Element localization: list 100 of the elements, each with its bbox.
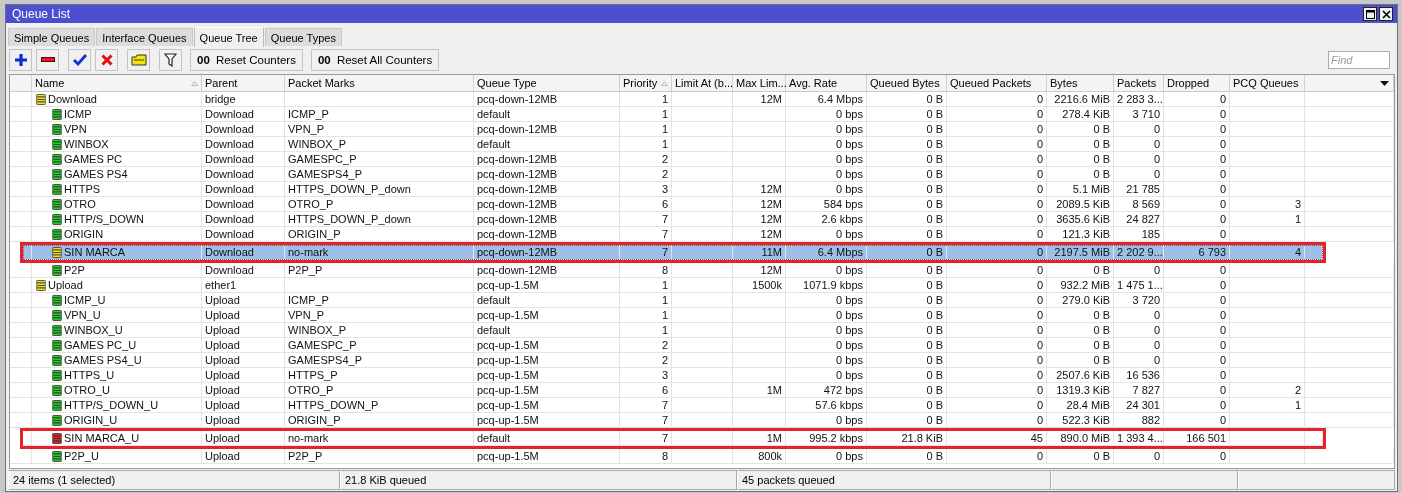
table-cell: 2.6 kbps — [786, 212, 867, 226]
table-cell: 800k — [733, 449, 786, 463]
table-cell: Upload — [202, 431, 285, 445]
table-cell: default — [474, 137, 620, 151]
table-cell: 7 — [620, 431, 672, 445]
remove-button[interactable] — [36, 48, 59, 71]
table-cell: 2 — [620, 353, 672, 367]
table-row[interactable]: ORIGIN Download ORIGIN_P pcq-down-12MB 7 12M 0 bps 0 B 0 121.3 KiB 185 0 — [10, 227, 1394, 242]
table-row[interactable]: SIN MARCA Download no-mark pcq-down-12MB 7 11M 6.4 Mbps 0 B 0 2197.5 MiB 2 202 9... 6 793 4 — [23, 245, 1323, 260]
table-cell: 6 — [620, 383, 672, 397]
table-row[interactable]: GAMES PC Download GAMESPC_P pcq-down-12MB 2 0 bps 0 B 0 0 B 0 0 — [10, 152, 1394, 167]
tab[interactable]: Interface Queues — [96, 28, 193, 46]
table-cell: 0 bps — [786, 368, 867, 382]
table-cell: 0 — [1164, 152, 1230, 166]
table-cell: Upload — [202, 413, 285, 427]
column-header[interactable]: Queue Type — [474, 75, 620, 91]
table-cell: 0 — [1164, 413, 1230, 427]
table-cell: 0 bps — [786, 323, 867, 337]
table-row[interactable]: Upload ether1 pcq-up-1.5M 1 1500k 1071.9 kbps 0 B 0 932.2 MiB 1 475 1... 0 — [10, 278, 1394, 293]
table-row[interactable]: GAMES PS4 Download GAMESPS4_P pcq-down-12MB 2 0 bps 0 B 0 0 B 0 0 — [10, 167, 1394, 182]
table-cell: 16 536 — [1114, 368, 1164, 382]
table-row[interactable]: SIN MARCA_U Upload no-mark default 7 1M 995.2 kbps 21.8 KiB 45 890.0 MiB 1 393 4... 166 501 — [23, 431, 1323, 446]
table-row[interactable]: WINBOX Download WINBOX_P default 1 0 bps 0 B 0 0 B 0 0 — [10, 137, 1394, 152]
table-row[interactable]: OTRO_U Upload OTRO_P pcq-up-1.5M 6 1M 472 bps 0 B 0 1319.3 KiB 7 827 0 2 — [10, 383, 1394, 398]
table-cell: Download — [202, 107, 285, 121]
table-cell: 2 — [620, 167, 672, 181]
table-cell: pcq-up-1.5M — [474, 398, 620, 412]
close-icon — [1381, 9, 1391, 19]
table-row[interactable]: VPN Download VPN_P pcq-down-12MB 1 0 bps 0 B 0 0 B 0 0 — [10, 122, 1394, 137]
table-cell: 0 — [1164, 398, 1230, 412]
tab[interactable]: Simple Queues — [8, 28, 96, 46]
queue-name: HTTPS — [64, 182, 101, 196]
enable-button[interactable] — [68, 48, 91, 71]
table-cell: default — [474, 323, 620, 337]
table-row[interactable]: HTTPS_U Upload HTTPS_P pcq-up-1.5M 3 0 bps 0 B 0 2507.6 KiB 16 536 0 — [10, 368, 1394, 383]
column-header[interactable]: Parent — [202, 75, 285, 91]
table-cell: 0 — [947, 212, 1047, 226]
column-header[interactable]: Queued Bytes — [867, 75, 947, 91]
comment-button[interactable] — [127, 48, 150, 71]
table-row[interactable]: ORIGIN_U Upload ORIGIN_P pcq-up-1.5M 7 0 bps 0 B 0 522.3 KiB 882 0 — [10, 413, 1394, 428]
table-row[interactable]: GAMES PC_U Upload GAMESPC_P pcq-up-1.5M 2 0 bps 0 B 0 0 B 0 0 — [10, 338, 1394, 353]
table-cell: 472 bps — [786, 383, 867, 397]
table-cell: 57.6 kbps — [786, 398, 867, 412]
column-header[interactable]: Max Lim... — [733, 75, 786, 91]
dropdown-icon[interactable] — [1380, 80, 1389, 86]
table-row[interactable]: WINBOX_U Upload WINBOX_P default 1 0 bps 0 B 0 0 B 0 0 — [10, 323, 1394, 338]
search-field[interactable]: Find — [1328, 50, 1390, 69]
table-cell: Upload — [202, 353, 285, 367]
table-cell: 1 — [620, 137, 672, 151]
table-cell: 3 — [1230, 197, 1305, 211]
table-row[interactable]: GAMES PS4_U Upload GAMESPS4_P pcq-up-1.5M 2 0 bps 0 B 0 0 B 0 0 — [10, 353, 1394, 368]
table-cell: 0 — [1114, 338, 1164, 352]
table-row[interactable]: HTTP/S_DOWN_U Upload HTTPS_DOWN_P pcq-up-1.5M 7 57.6 kbps 0 B 0 28.4 MiB 24 301 0 1 — [10, 398, 1394, 413]
table-cell: 0 — [947, 338, 1047, 352]
table-cell: 0 B — [867, 227, 947, 241]
queue-name: P2P — [64, 263, 85, 277]
column-header[interactable]: Bytes — [1047, 75, 1114, 91]
table-row[interactable]: VPN_U Upload VPN_P pcq-up-1.5M 1 0 bps 0 B 0 0 B 0 0 — [10, 308, 1394, 323]
column-header[interactable]: Dropped — [1164, 75, 1230, 91]
table-row[interactable]: OTRO Download OTRO_P pcq-down-12MB 6 12M 584 bps 0 B 0 2089.5 KiB 8 569 0 3 — [10, 197, 1394, 212]
table-cell: GAMESPC_P — [285, 338, 474, 352]
table-row[interactable]: HTTPS Download HTTPS_DOWN_P_down pcq-down-12MB 3 12M 0 bps 0 B 0 5.1 MiB 21 785 0 — [10, 182, 1394, 197]
add-button[interactable] — [9, 48, 32, 71]
table-cell: HTTPS_DOWN_P_down — [285, 212, 474, 226]
table-row[interactable]: HTTP/S_DOWN Download HTTPS_DOWN_P_down pcq-down-12MB 7 12M 2.6 kbps 0 B 0 3635.6 KiB 24 827 0 1 — [10, 212, 1394, 227]
column-header[interactable]: Priority — [620, 75, 672, 91]
table-cell: 584 bps — [786, 197, 867, 211]
column-header[interactable]: Name — [32, 75, 202, 91]
maximize-button[interactable] — [1363, 7, 1377, 21]
table-cell: 6.4 Mbps — [786, 92, 867, 106]
table-cell: pcq-down-12MB — [474, 212, 620, 226]
tab[interactable]: Queue Tree — [193, 27, 264, 47]
disable-button[interactable] — [95, 48, 118, 71]
table-cell: VPN_P — [285, 122, 474, 136]
column-header[interactable]: Avg. Rate — [786, 75, 867, 91]
table-cell: 2507.6 KiB — [1047, 368, 1114, 382]
table-cell: ORIGIN_P — [285, 413, 474, 427]
table-cell: 0 B — [867, 122, 947, 136]
column-header[interactable]: Limit At (b... — [672, 75, 733, 91]
column-header[interactable]: PCQ Queues — [1230, 75, 1305, 91]
table-cell: 0 B — [1047, 263, 1114, 277]
table-cell: 3 — [620, 182, 672, 196]
close-button[interactable] — [1379, 7, 1393, 21]
table-row[interactable]: Download bridge pcq-down-12MB 1 12M 6.4 Mbps 0 B 0 2216.6 MiB 2 283 3... 0 — [10, 92, 1394, 107]
column-header[interactable]: Packets — [1114, 75, 1164, 91]
table-row[interactable]: P2P Download P2P_P pcq-down-12MB 8 12M 0 bps 0 B 0 0 B 0 0 — [10, 263, 1394, 278]
table-row[interactable]: ICMP_U Upload ICMP_P default 1 0 bps 0 B 0 279.0 KiB 3 720 0 — [10, 293, 1394, 308]
table-cell: 8 569 — [1114, 197, 1164, 211]
table-row[interactable]: P2P_U Upload P2P_P pcq-up-1.5M 8 800k 0 bps 0 B 0 0 B 0 0 — [10, 449, 1394, 464]
table-row[interactable]: ICMP Download ICMP_P default 1 0 bps 0 B 0 278.4 KiB 3 710 0 — [10, 107, 1394, 122]
table-cell: OTRO_P — [285, 383, 474, 397]
tab[interactable]: Queue Types — [264, 28, 342, 46]
reset-button[interactable]: 00 Reset Counters — [190, 48, 303, 71]
cross-icon — [100, 53, 113, 66]
column-header[interactable]: Queued Packets — [947, 75, 1047, 91]
column-header[interactable]: Packet Marks — [285, 75, 474, 91]
table-cell: 12M — [733, 263, 786, 277]
filter-button[interactable] — [159, 48, 182, 71]
reset-button[interactable]: 00 Reset All Counters — [310, 48, 440, 71]
table-cell: 1 — [620, 92, 672, 106]
